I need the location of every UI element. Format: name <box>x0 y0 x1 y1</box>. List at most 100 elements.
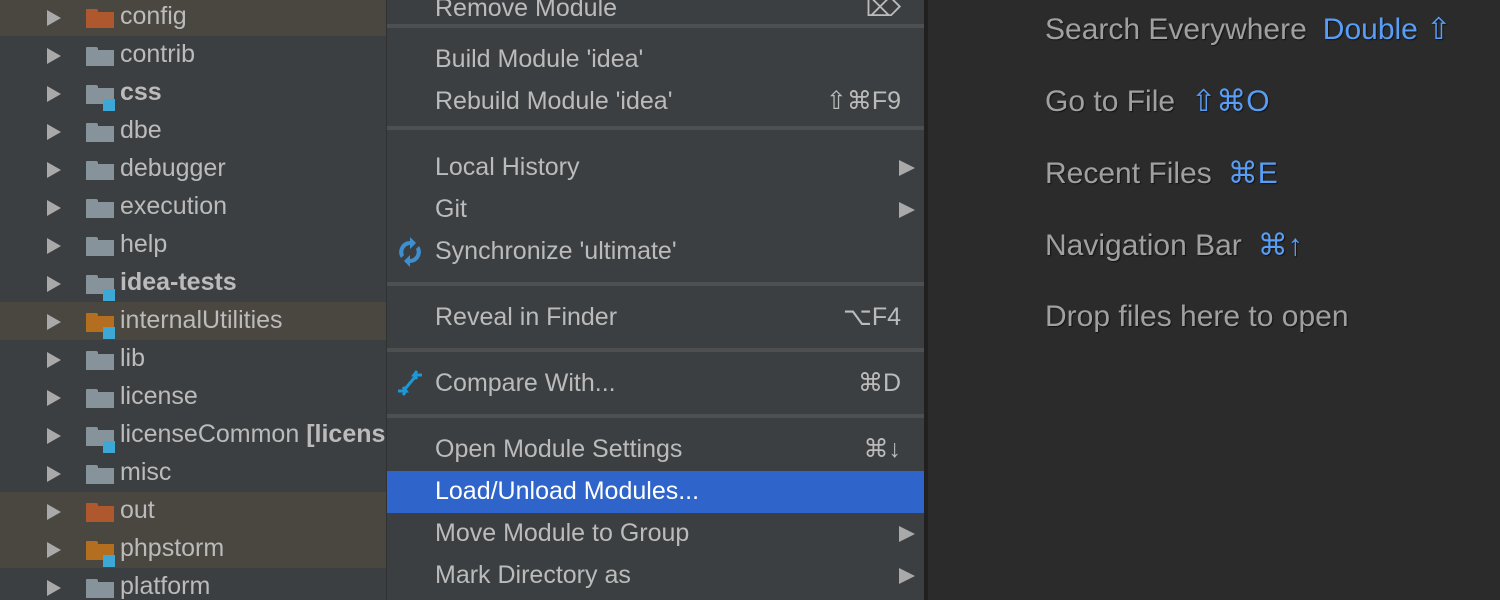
editor-hint-navigation-bar: Navigation Bar ⌘↑ <box>1045 228 1303 263</box>
submenu-arrow-icon <box>899 160 915 176</box>
project-tree: config contrib css dbe debugger execution help… <box>0 0 386 600</box>
expand-arrow-icon[interactable] <box>47 238 61 254</box>
tree-item-label: idea-tests <box>120 268 237 296</box>
editor-empty-area: Search Everywhere Double ⇧ Go to File ⇧⌘O Re… <box>928 0 1500 600</box>
shortcut-label: ⌘↓ <box>863 435 902 463</box>
hint-label: Navigation Bar <box>1045 229 1242 262</box>
menu-item-rebuild-module-idea[interactable]: Rebuild Module 'idea' ⇧⌘F9 <box>387 81 925 123</box>
tree-item-label: debugger <box>120 154 226 182</box>
shortcut-label: ⌥F4 <box>843 303 901 331</box>
expand-arrow-icon[interactable] <box>47 200 61 216</box>
tree-item-misc[interactable]: misc <box>0 454 386 492</box>
menu-separator <box>387 282 925 286</box>
folder-icon <box>86 579 114 598</box>
tree-item-label: config <box>120 2 187 30</box>
tree-item-label: lib <box>120 344 146 372</box>
module-name-label: [license_common] <box>306 420 386 448</box>
tree-item-css[interactable]: css <box>0 74 386 112</box>
folder-icon <box>86 123 114 142</box>
menu-item-load-unload-modules[interactable]: Load/Unload Modules... <box>387 471 925 513</box>
menu-item-build-module-idea[interactable]: Build Module 'idea' <box>387 39 925 81</box>
expand-arrow-icon[interactable] <box>47 314 61 330</box>
hint-shortcut: ⌘E <box>1227 157 1278 190</box>
editor-hint-recent-files: Recent Files ⌘E <box>1045 156 1278 191</box>
hint-label: Recent Files <box>1045 157 1212 190</box>
hint-shortcut: Double ⇧ <box>1322 13 1452 46</box>
submenu-arrow-icon <box>899 526 915 542</box>
sync-icon <box>395 237 425 267</box>
tree-item-idea-tests[interactable]: idea-tests <box>0 264 386 302</box>
tree-item-label: out <box>120 496 155 524</box>
menu-item-mark-directory-as[interactable]: Mark Directory as <box>387 555 925 597</box>
menu-item-label: Mark Directory as <box>435 561 631 589</box>
expand-arrow-icon[interactable] <box>47 124 61 140</box>
folder-icon <box>86 351 114 370</box>
compare-icon <box>395 369 425 399</box>
expand-arrow-icon[interactable] <box>47 162 61 178</box>
hint-shortcut: ⇧⌘O <box>1191 85 1270 118</box>
module-folder-icon <box>86 313 115 339</box>
menu-item-label: Build Module 'idea' <box>435 45 644 73</box>
expand-arrow-icon[interactable] <box>47 48 61 64</box>
expand-arrow-icon[interactable] <box>47 390 61 406</box>
tree-item-label: internalUtilities <box>120 306 283 334</box>
hint-shortcut: ⌘↑ <box>1257 229 1303 262</box>
menu-item-move-module-to-group[interactable]: Move Module to Group <box>387 513 925 555</box>
menu-item-synchronize-ultimate[interactable]: Synchronize 'ultimate' <box>387 231 925 273</box>
tree-item-license[interactable]: license <box>0 378 386 416</box>
tree-item-label: phpstorm <box>120 534 225 562</box>
tree-item-internalutilities[interactable]: internalUtilities <box>0 302 386 340</box>
module-marker-icon <box>103 555 115 567</box>
module-marker-icon <box>103 289 115 301</box>
submenu-arrow-icon <box>899 568 915 584</box>
module-folder-icon <box>86 541 115 567</box>
tree-item-lib[interactable]: lib <box>0 340 386 378</box>
module-marker-icon <box>103 327 115 339</box>
folder-icon <box>86 199 114 218</box>
tree-item-phpstorm[interactable]: phpstorm <box>0 530 386 568</box>
tree-item-label: license <box>120 382 198 410</box>
tree-item-execution[interactable]: execution <box>0 188 386 226</box>
expand-arrow-icon[interactable] <box>47 10 61 26</box>
tree-item-platform[interactable]: platform <box>0 568 386 600</box>
module-folder-icon <box>86 427 115 453</box>
expand-arrow-icon[interactable] <box>47 580 61 596</box>
tree-item-label: licenseCommon [license_common] <box>120 419 386 449</box>
menu-item-compare-with[interactable]: Compare With... ⌘D <box>387 363 925 405</box>
expand-arrow-icon[interactable] <box>47 428 61 444</box>
menu-item-label: Load/Unload Modules... <box>435 477 700 505</box>
menu-separator <box>387 414 925 418</box>
folder-icon <box>86 9 114 28</box>
menu-item-label: Git <box>435 195 467 223</box>
shortcut-label: ⌦ <box>865 0 901 22</box>
menu-item-label: Open Module Settings <box>435 435 683 463</box>
tree-item-dbe[interactable]: dbe <box>0 112 386 150</box>
menu-item-local-history[interactable]: Local History <box>387 147 925 189</box>
expand-arrow-icon[interactable] <box>47 466 61 482</box>
folder-icon <box>86 503 114 522</box>
tree-item-label: contrib <box>120 40 196 68</box>
tree-item-out[interactable]: out <box>0 492 386 530</box>
expand-arrow-icon[interactable] <box>47 276 61 292</box>
tree-item-debugger[interactable]: debugger <box>0 150 386 188</box>
menu-item-git[interactable]: Git <box>387 189 925 231</box>
tree-item-help[interactable]: help <box>0 226 386 264</box>
expand-arrow-icon[interactable] <box>47 352 61 368</box>
tree-item-licensecommon[interactable]: licenseCommon [license_common] <box>0 416 386 454</box>
expand-arrow-icon[interactable] <box>47 504 61 520</box>
menu-item-label: Compare With... <box>435 369 616 397</box>
hint-label: Search Everywhere <box>1045 13 1307 46</box>
editor-hint-go-to-file: Go to File ⇧⌘O <box>1045 84 1270 119</box>
hint-label: Drop files here to open <box>1045 300 1349 333</box>
tree-item-contrib[interactable]: contrib <box>0 36 386 74</box>
tree-item-config[interactable]: config <box>0 0 386 36</box>
menu-item-open-module-settings[interactable]: Open Module Settings ⌘↓ <box>387 429 925 471</box>
expand-arrow-icon[interactable] <box>47 542 61 558</box>
expand-arrow-icon[interactable] <box>47 86 61 102</box>
module-marker-icon <box>103 99 115 111</box>
module-folder-icon <box>86 275 115 301</box>
menu-item-label: Move Module to Group <box>435 519 690 547</box>
menu-item-label: Synchronize 'ultimate' <box>435 237 677 265</box>
folder-icon <box>86 161 114 180</box>
menu-item-reveal-in-finder[interactable]: Reveal in Finder ⌥F4 <box>387 297 925 339</box>
